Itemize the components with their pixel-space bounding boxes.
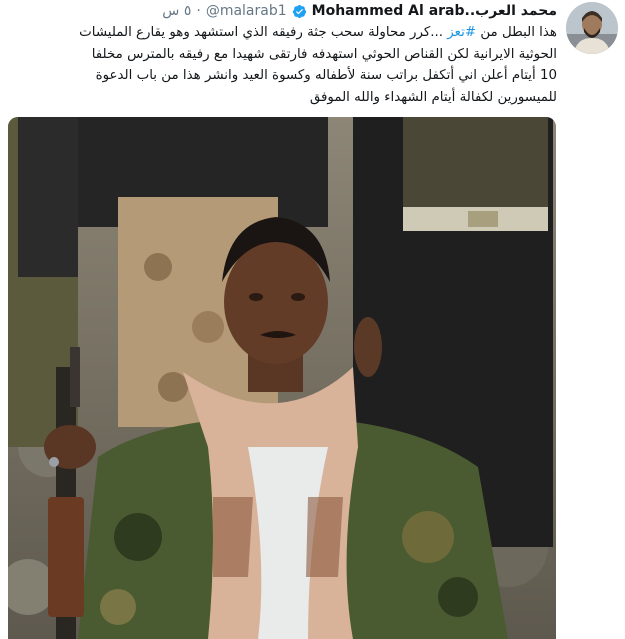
tweet-text-line-4: للميسورين لكفالة أيتام الشهداء والله الم… — [309, 89, 557, 105]
avatar[interactable] — [566, 2, 618, 54]
hashtag-link[interactable]: #تعز — [447, 25, 476, 40]
verified-badge-icon — [292, 4, 307, 19]
separator-dot: · — [196, 3, 201, 19]
tweet-text-line-3: 10 أيتام أعلن اني أتكفل براتب سنة لأطفال… — [95, 68, 557, 83]
tweet-text: هذا البطل من #تعز ...كرر محاولة سحب جثة … — [5, 22, 557, 108]
tweet-timestamp[interactable]: ٥ س — [162, 3, 191, 19]
display-name[interactable]: محمد العرب..Mohammed Al arab — [312, 3, 557, 19]
tweet-photo[interactable] — [8, 117, 556, 639]
user-handle[interactable]: @malarab1 — [206, 3, 287, 19]
tweet-text-continuation: ...كرر محاولة سحب جثة رفيقه الذي استشهد … — [79, 25, 448, 40]
tweet-text-line-1: هذا البطل من #تعز ...كرر محاولة سحب جثة … — [5, 22, 557, 44]
tweet-header: محمد العرب..Mohammed Al arab @malarab1 ·… — [162, 2, 557, 20]
tweet-text-intro: هذا البطل من — [476, 25, 557, 40]
tweet: محمد العرب..Mohammed Al arab @malarab1 ·… — [0, 0, 625, 639]
tweet-text-line-2: الحوثية الايرانية لكن القناص الحوثي استه… — [91, 46, 557, 62]
